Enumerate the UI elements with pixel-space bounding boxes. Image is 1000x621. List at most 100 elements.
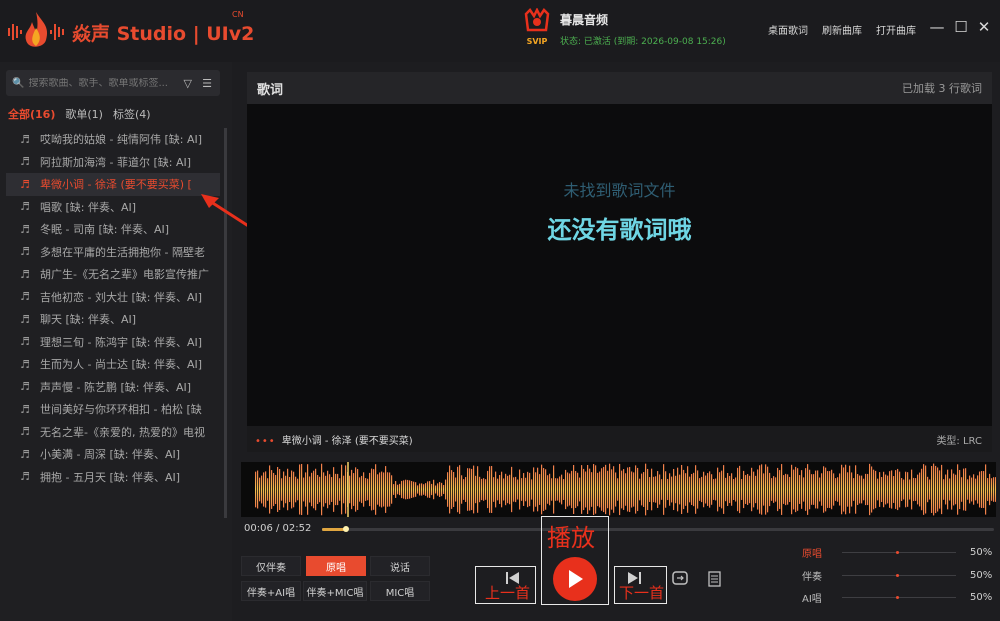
song-list: ♬ 哎呦我的姑娘 - 纯情阿伟 [缺: AI] ♬ 阿拉斯加海湾 - 菲道尔 [缺: … xyxy=(6,128,220,488)
song-list-item[interactable]: ♬ 声声慢 - 陈艺鹏 [缺: 伴奏、AI] xyxy=(6,376,220,399)
flame-logo-icon xyxy=(8,10,64,54)
sidebar-scrollbar[interactable] xyxy=(224,128,227,518)
lyrics-file-icon[interactable] xyxy=(708,571,722,591)
waveform-bar xyxy=(925,465,927,514)
refresh-library-link[interactable]: 刷新曲库 xyxy=(822,22,862,37)
waveform-bar xyxy=(585,471,587,508)
waveform-bar xyxy=(637,467,639,512)
mixer-original-label: 原唱 xyxy=(802,548,822,560)
waveform-bar xyxy=(777,467,779,512)
mixer-ai-slider[interactable] xyxy=(842,595,956,599)
waveform-bar xyxy=(299,464,301,515)
mode-mic-button[interactable]: MIC唱 xyxy=(370,581,430,601)
music-note-icon: ♬ xyxy=(20,447,30,461)
waveform-bar xyxy=(645,463,647,516)
open-library-link[interactable]: 打开曲库 xyxy=(876,22,916,37)
waveform-bar xyxy=(595,465,597,514)
repeat-icon[interactable] xyxy=(672,570,688,590)
waveform-bar xyxy=(859,475,861,504)
waveform-bar xyxy=(331,477,333,502)
search-box[interactable]: 🔍 ▽ ☰ xyxy=(6,70,220,96)
song-list-item[interactable]: ♬ 卑微小调 - 徐泽 (要不要买菜) [ xyxy=(6,173,220,196)
waveform-bar xyxy=(259,477,261,502)
mixer-accompaniment-thumb[interactable] xyxy=(896,573,899,577)
song-list-item[interactable]: ♬ 理想三旬 - 陈鸿宇 [缺: 伴奏、AI] xyxy=(6,331,220,354)
waveform-bar xyxy=(361,475,363,504)
sort-icon[interactable]: ☰ xyxy=(202,77,212,90)
song-list-item[interactable]: ♬ 拥抱 - 五月天 [缺: 伴奏、AI] xyxy=(6,466,220,489)
waveform-bar xyxy=(567,472,569,507)
waveform-bar xyxy=(787,474,789,505)
maximize-icon[interactable]: ☐ xyxy=(953,18,969,36)
waveform-bar xyxy=(507,475,509,504)
mode-accompaniment-ai-button[interactable]: 伴奏+AI唱 xyxy=(241,581,301,601)
song-list-item[interactable]: ♬ 小美满 - 周深 [缺: 伴奏、AI] xyxy=(6,443,220,466)
play-button[interactable] xyxy=(553,557,597,601)
waveform-bar xyxy=(693,472,695,507)
song-list-item[interactable]: ♬ 多想在平庸的生活拥抱你 - 隔壁老 xyxy=(6,241,220,264)
song-list-item[interactable]: ♬ 冬眠 - 司南 [缺: 伴奏、AI] xyxy=(6,218,220,241)
mode-accompaniment-mic-button[interactable]: 伴奏+MIC唱 xyxy=(303,581,367,601)
mixer-original[interactable]: 原唱 50% xyxy=(802,545,994,560)
waveform-bar xyxy=(639,478,641,501)
tab-tags[interactable]: 标签(4) xyxy=(113,106,151,122)
song-list-item[interactable]: ♬ 胡广生-《无名之辈》电影宣传推广 xyxy=(6,263,220,286)
song-list-item[interactable]: ♬ 生而为人 - 尚士达 [缺: 伴奏、AI] xyxy=(6,353,220,376)
mixer-ai-thumb[interactable] xyxy=(896,595,899,599)
waveform-bar xyxy=(739,465,741,514)
waveform-bar xyxy=(933,463,935,516)
song-list-item[interactable]: ♬ 聊天 [缺: 伴奏、AI] xyxy=(6,308,220,331)
progress-bar[interactable] xyxy=(322,526,994,532)
mixer-ai[interactable]: AI唱 50% xyxy=(802,590,994,605)
mode-original-button[interactable]: 原唱 xyxy=(306,556,366,576)
close-icon[interactable]: ✕ xyxy=(976,18,992,36)
tab-all[interactable]: 全部(16) xyxy=(8,106,55,122)
music-note-icon: ♬ xyxy=(20,267,30,281)
waveform-bar xyxy=(847,472,849,507)
song-list-item[interactable]: ♬ 世间美好与你环环相扣 - 柏松 [缺 xyxy=(6,398,220,421)
song-title: 无名之辈-《亲爱的, 热爱的》电视 xyxy=(40,425,205,439)
waveform-bar xyxy=(899,471,901,508)
song-list-item[interactable]: ♬ 哎呦我的姑娘 - 纯情阿伟 [缺: AI] xyxy=(6,128,220,151)
sidebar: 🔍 ▽ ☰ 全部(16) 歌单(1) 标签(4) ♬ 哎呦我的姑娘 - 纯情阿伟 … xyxy=(0,62,232,621)
waveform-bar xyxy=(867,473,869,506)
song-list-item[interactable]: ♬ 无名之辈-《亲爱的, 热爱的》电视 xyxy=(6,421,220,444)
mixer-original-slider[interactable] xyxy=(842,550,956,554)
desktop-lyrics-link[interactable]: 桌面歌词 xyxy=(768,22,808,37)
waveform-bar xyxy=(423,484,425,495)
song-list-item[interactable]: ♬ 阿拉斯加海湾 - 菲道尔 [缺: AI] xyxy=(6,151,220,174)
mixer-original-thumb[interactable] xyxy=(896,550,899,554)
waveform-bar xyxy=(499,475,501,504)
mode-speak-button[interactable]: 说话 xyxy=(370,556,430,576)
mixer-original-percent: 50% xyxy=(970,546,993,558)
music-note-icon: ♬ xyxy=(20,470,30,484)
waveform-bar xyxy=(667,478,669,501)
waveform-bar xyxy=(531,479,533,500)
song-list-item[interactable]: ♬ 唱歌 [缺: 伴奏、AI] xyxy=(6,196,220,219)
search-input[interactable] xyxy=(28,77,179,89)
music-note-icon: ♬ xyxy=(20,357,30,371)
waveform-bar xyxy=(545,469,547,510)
lyrics-header: 歌词 已加载 3 行歌词 xyxy=(247,72,992,104)
waveform[interactable] xyxy=(241,462,996,517)
waveform-bar xyxy=(523,473,525,506)
filter-icon[interactable]: ▽ xyxy=(184,77,192,90)
waveform-bar xyxy=(369,472,371,507)
minimize-icon[interactable]: — xyxy=(929,18,945,36)
mixer-accompaniment-slider[interactable] xyxy=(842,573,956,577)
mode-accompaniment-only-button[interactable]: 仅伴奏 xyxy=(241,556,301,576)
tab-playlists[interactable]: 歌单(1) xyxy=(65,106,103,122)
waveform-bar xyxy=(985,464,987,515)
waveform-bar xyxy=(701,476,703,503)
waveform-bar xyxy=(335,473,337,506)
waveform-bar xyxy=(579,477,581,502)
waveform-bar xyxy=(659,474,661,505)
song-list-item[interactable]: ♬ 吉他初恋 - 刘大壮 [缺: 伴奏、AI] xyxy=(6,286,220,309)
waveform-bar xyxy=(755,475,757,504)
mixer-accompaniment[interactable]: 伴奏 50% xyxy=(802,568,994,583)
waveform-bar xyxy=(821,473,823,506)
progress-knob[interactable] xyxy=(342,526,349,532)
waveform-bar xyxy=(481,478,483,501)
vip-account[interactable]: SVIP 暮晨音频 状态: 已激活 (到期: 2026-09-08 15:26) xyxy=(520,7,726,48)
waveform-bar xyxy=(671,476,673,503)
